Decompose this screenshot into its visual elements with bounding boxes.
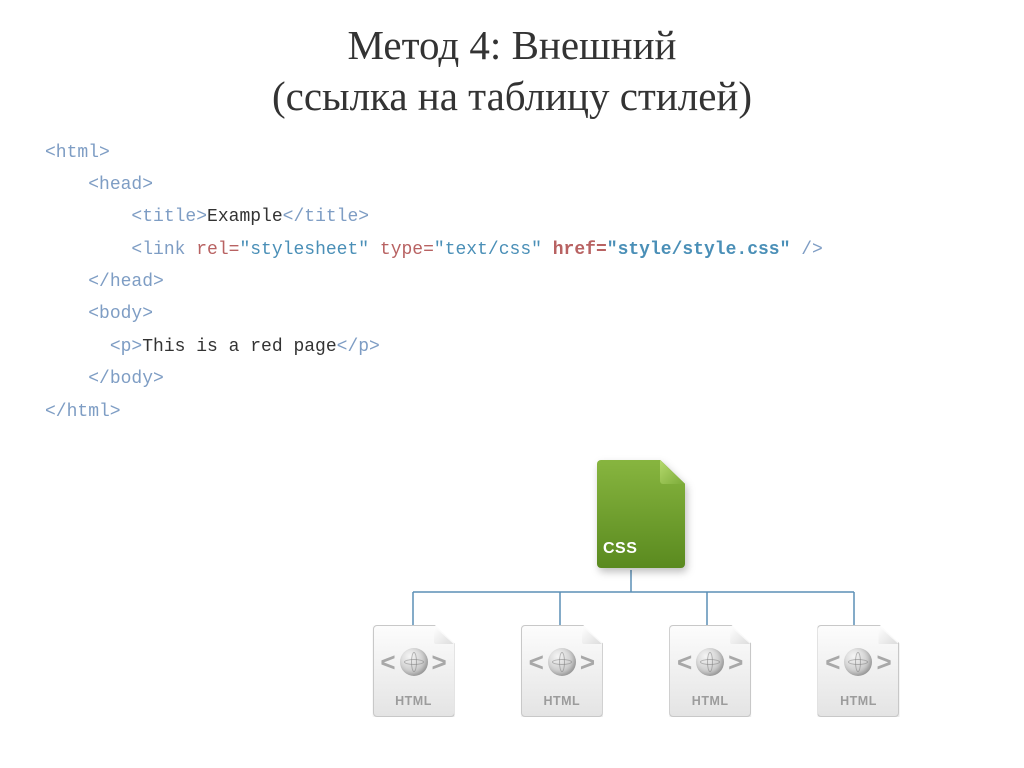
tag-body-close: </body> <box>88 369 164 389</box>
tag-body-open: <body> <box>88 304 153 324</box>
attr-href: href= <box>553 240 607 260</box>
tag-link-close: /> <box>790 240 822 260</box>
tag-head-close: </head> <box>88 272 164 292</box>
css-label: CSS <box>603 540 637 558</box>
angle-left-icon: < <box>677 649 692 675</box>
angle-right-icon: > <box>728 649 743 675</box>
title-text: Example <box>207 207 283 227</box>
angle-left-icon: < <box>529 649 544 675</box>
tag-html-close: </html> <box>45 402 121 422</box>
angle-left-icon: < <box>380 649 395 675</box>
globe-icon <box>548 648 576 676</box>
tag-link-open: <link <box>131 240 196 260</box>
slide-title: Метод 4: Внешний (ссылка на таблицу стил… <box>45 20 979 123</box>
tag-p-close: </p> <box>337 337 380 357</box>
diagram: CSS < > HTML < > HTML <box>356 460 916 750</box>
angle-right-icon: > <box>876 649 891 675</box>
html-label: HTML <box>818 694 898 708</box>
html-file-icon: < > HTML <box>653 625 768 717</box>
html-file-icon: < > HTML <box>801 625 916 717</box>
angle-left-icon: < <box>825 649 840 675</box>
tag-title-close: </title> <box>283 207 369 227</box>
html-label: HTML <box>374 694 454 708</box>
slide-container: Метод 4: Внешний (ссылка на таблицу стил… <box>0 0 1024 768</box>
attr-rel: rel= <box>196 240 239 260</box>
attr-type: type= <box>380 240 434 260</box>
html-file-icon: < > HTML <box>504 625 619 717</box>
tag-head-open: <head> <box>88 175 153 195</box>
globe-icon <box>400 648 428 676</box>
angle-right-icon: > <box>432 649 447 675</box>
val-type: "text/css" <box>434 240 542 260</box>
val-href: "style/style.css" <box>607 240 791 260</box>
html-label: HTML <box>522 694 602 708</box>
angle-right-icon: > <box>580 649 595 675</box>
tag-p-open: <p> <box>110 337 142 357</box>
tag-title-open: <title> <box>131 207 207 227</box>
tag-html-open: <html> <box>45 143 110 163</box>
title-line-1: Метод 4: Внешний <box>348 22 677 68</box>
html-files-row: < > HTML < > HTML < > HTML <box>356 625 916 717</box>
val-rel: "stylesheet" <box>239 240 369 260</box>
globe-icon <box>696 648 724 676</box>
p-text: This is a red page <box>142 337 336 357</box>
title-line-2: (ссылка на таблицу стилей) <box>272 73 752 119</box>
code-sample: <html> <head> <title>Example</title> <li… <box>45 137 979 429</box>
globe-icon <box>844 648 872 676</box>
html-label: HTML <box>670 694 750 708</box>
html-file-icon: < > HTML <box>356 625 471 717</box>
css-file-icon: CSS <box>586 460 696 568</box>
